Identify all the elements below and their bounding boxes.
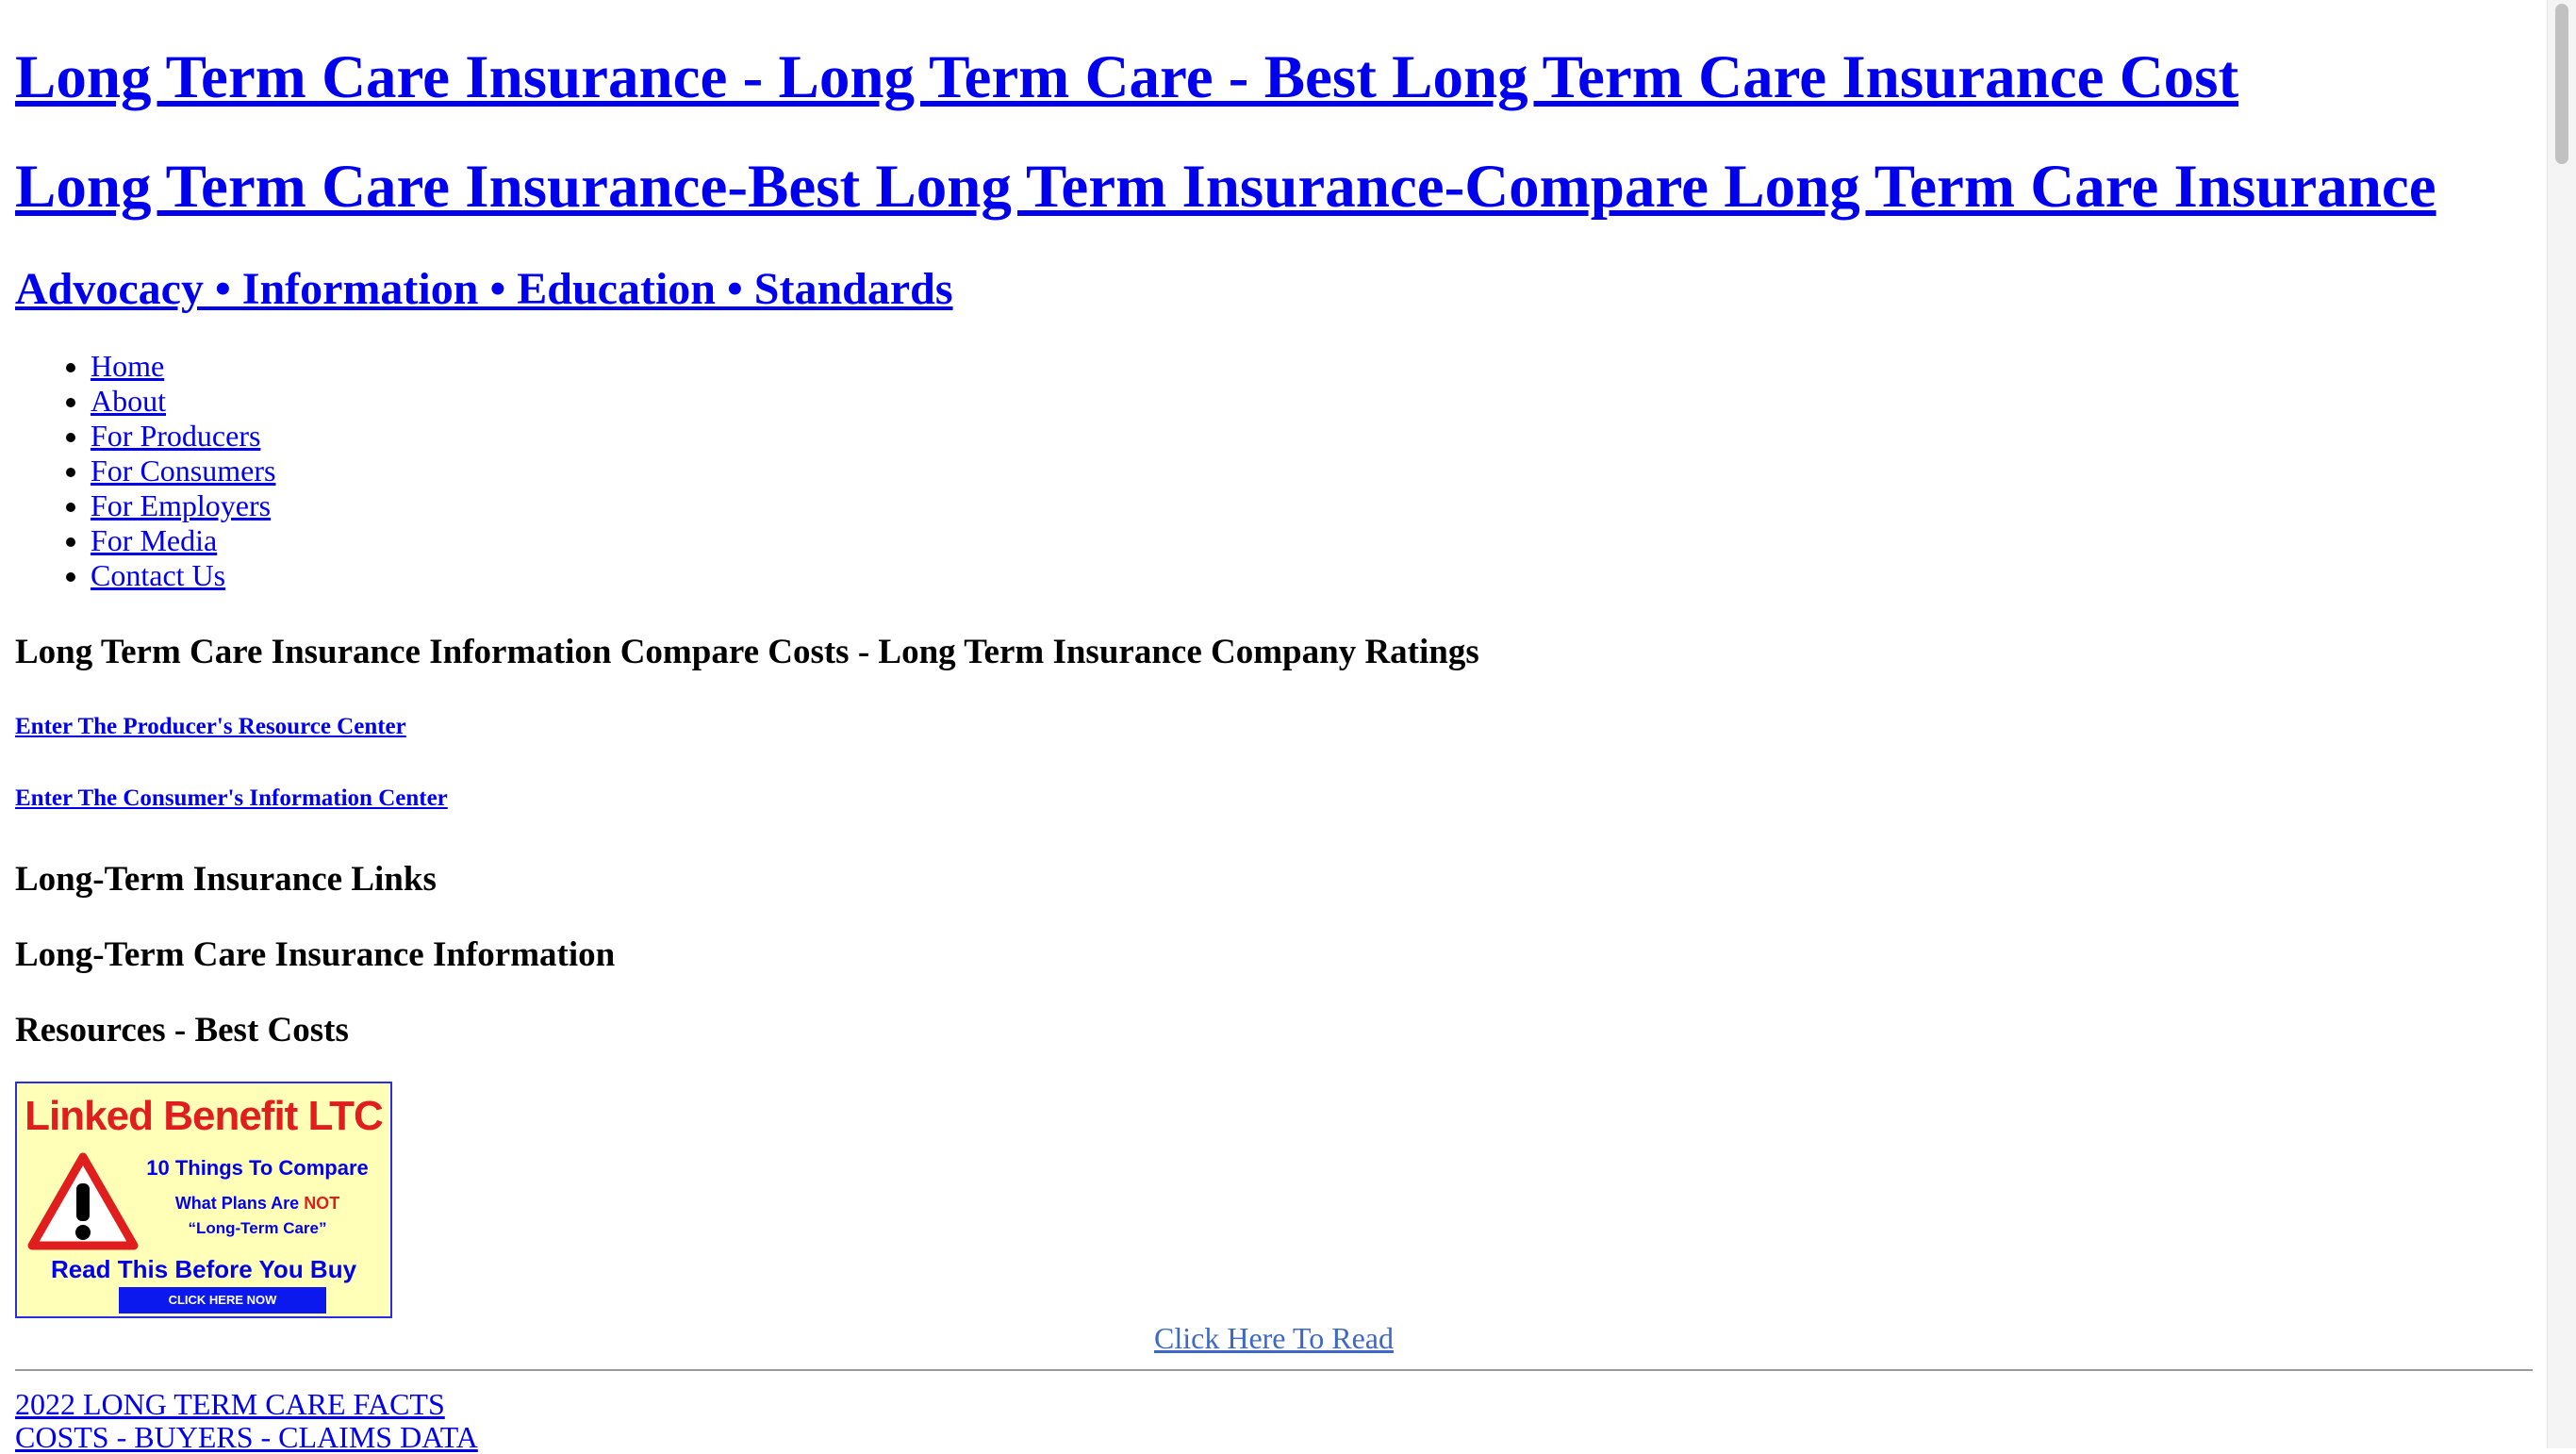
nav-link-consumers[interactable]: For Consumers [91, 454, 275, 487]
banner-line-plans: What Plans Are NOT [130, 1194, 385, 1214]
banner-line-compare: 10 Things To Compare [146, 1156, 369, 1180]
nav-item-employers: For Employers [91, 488, 275, 523]
facts-link[interactable]: 2022 LONG TERM CARE FACTS [15, 1388, 478, 1421]
producer-center-link[interactable]: Enter The Producer's Resource Center [15, 715, 406, 738]
tagline-link[interactable]: Advocacy • Information • Education • Sta… [15, 267, 953, 312]
info-heading: Long Term Care Insurance Information Com… [15, 633, 1479, 671]
banner-line-plans-prefix: What Plans Are [174, 1194, 305, 1213]
click-here-to-read-link[interactable]: Click Here To Read [1154, 1321, 1394, 1355]
nav-item-contact: Contact Us [91, 558, 275, 593]
facts-links: 2022 LONG TERM CARE FACTS COSTS - BUYERS… [15, 1388, 478, 1454]
nav-item-home: Home [91, 349, 275, 384]
nav-link-employers[interactable]: For Employers [91, 488, 271, 522]
nav-item-about: About [91, 384, 275, 419]
consumer-center-link[interactable]: Enter The Consumer's Information Center [15, 786, 448, 810]
site-title-link[interactable]: Long Term Care Insurance - Long Term Car… [15, 47, 2238, 108]
links-heading: Long-Term Insurance Links [15, 860, 437, 899]
nav-item-media: For Media [91, 523, 275, 558]
banner-title: Linked Benefit LTC [25, 1093, 384, 1139]
banner-line-read: Read This Before You Buy [50, 1255, 357, 1283]
linked-benefit-banner[interactable]: Linked Benefit LTC 10 Things To Compare … [15, 1082, 392, 1318]
site-subtitle-link[interactable]: Long Term Care Insurance-Best Long Term … [15, 157, 2436, 218]
nav-link-about[interactable]: About [91, 384, 166, 418]
nav-link-contact[interactable]: Contact Us [91, 558, 225, 592]
ltc-info-heading: Long-Term Care Insurance Information [15, 935, 616, 974]
nav-link-producers[interactable]: For Producers [91, 419, 260, 453]
main-nav: Home About For Producers For Consumers F… [15, 349, 275, 593]
nav-item-consumers: For Consumers [91, 454, 275, 488]
nav-item-producers: For Producers [91, 419, 275, 454]
banner-line-plans-not: NOT [304, 1194, 340, 1213]
resources-heading: Resources - Best Costs [15, 1011, 349, 1049]
scrollbar-thumb[interactable] [2555, 4, 2568, 164]
banner-line-ltc: “Long-Term Care” [188, 1219, 327, 1237]
vertical-scrollbar[interactable] [2547, 0, 2576, 1448]
read-link-row: Click Here To Read [15, 1320, 2533, 1356]
divider [15, 1369, 2533, 1371]
nav-link-home[interactable]: Home [91, 349, 164, 383]
warning-triangle-icon [27, 1152, 139, 1250]
banner-cta-button[interactable]: CLICK HERE NOW [119, 1287, 326, 1314]
claims-data-link[interactable]: COSTS - BUYERS - CLAIMS DATA [15, 1421, 478, 1454]
nav-link-media[interactable]: For Media [91, 523, 217, 557]
